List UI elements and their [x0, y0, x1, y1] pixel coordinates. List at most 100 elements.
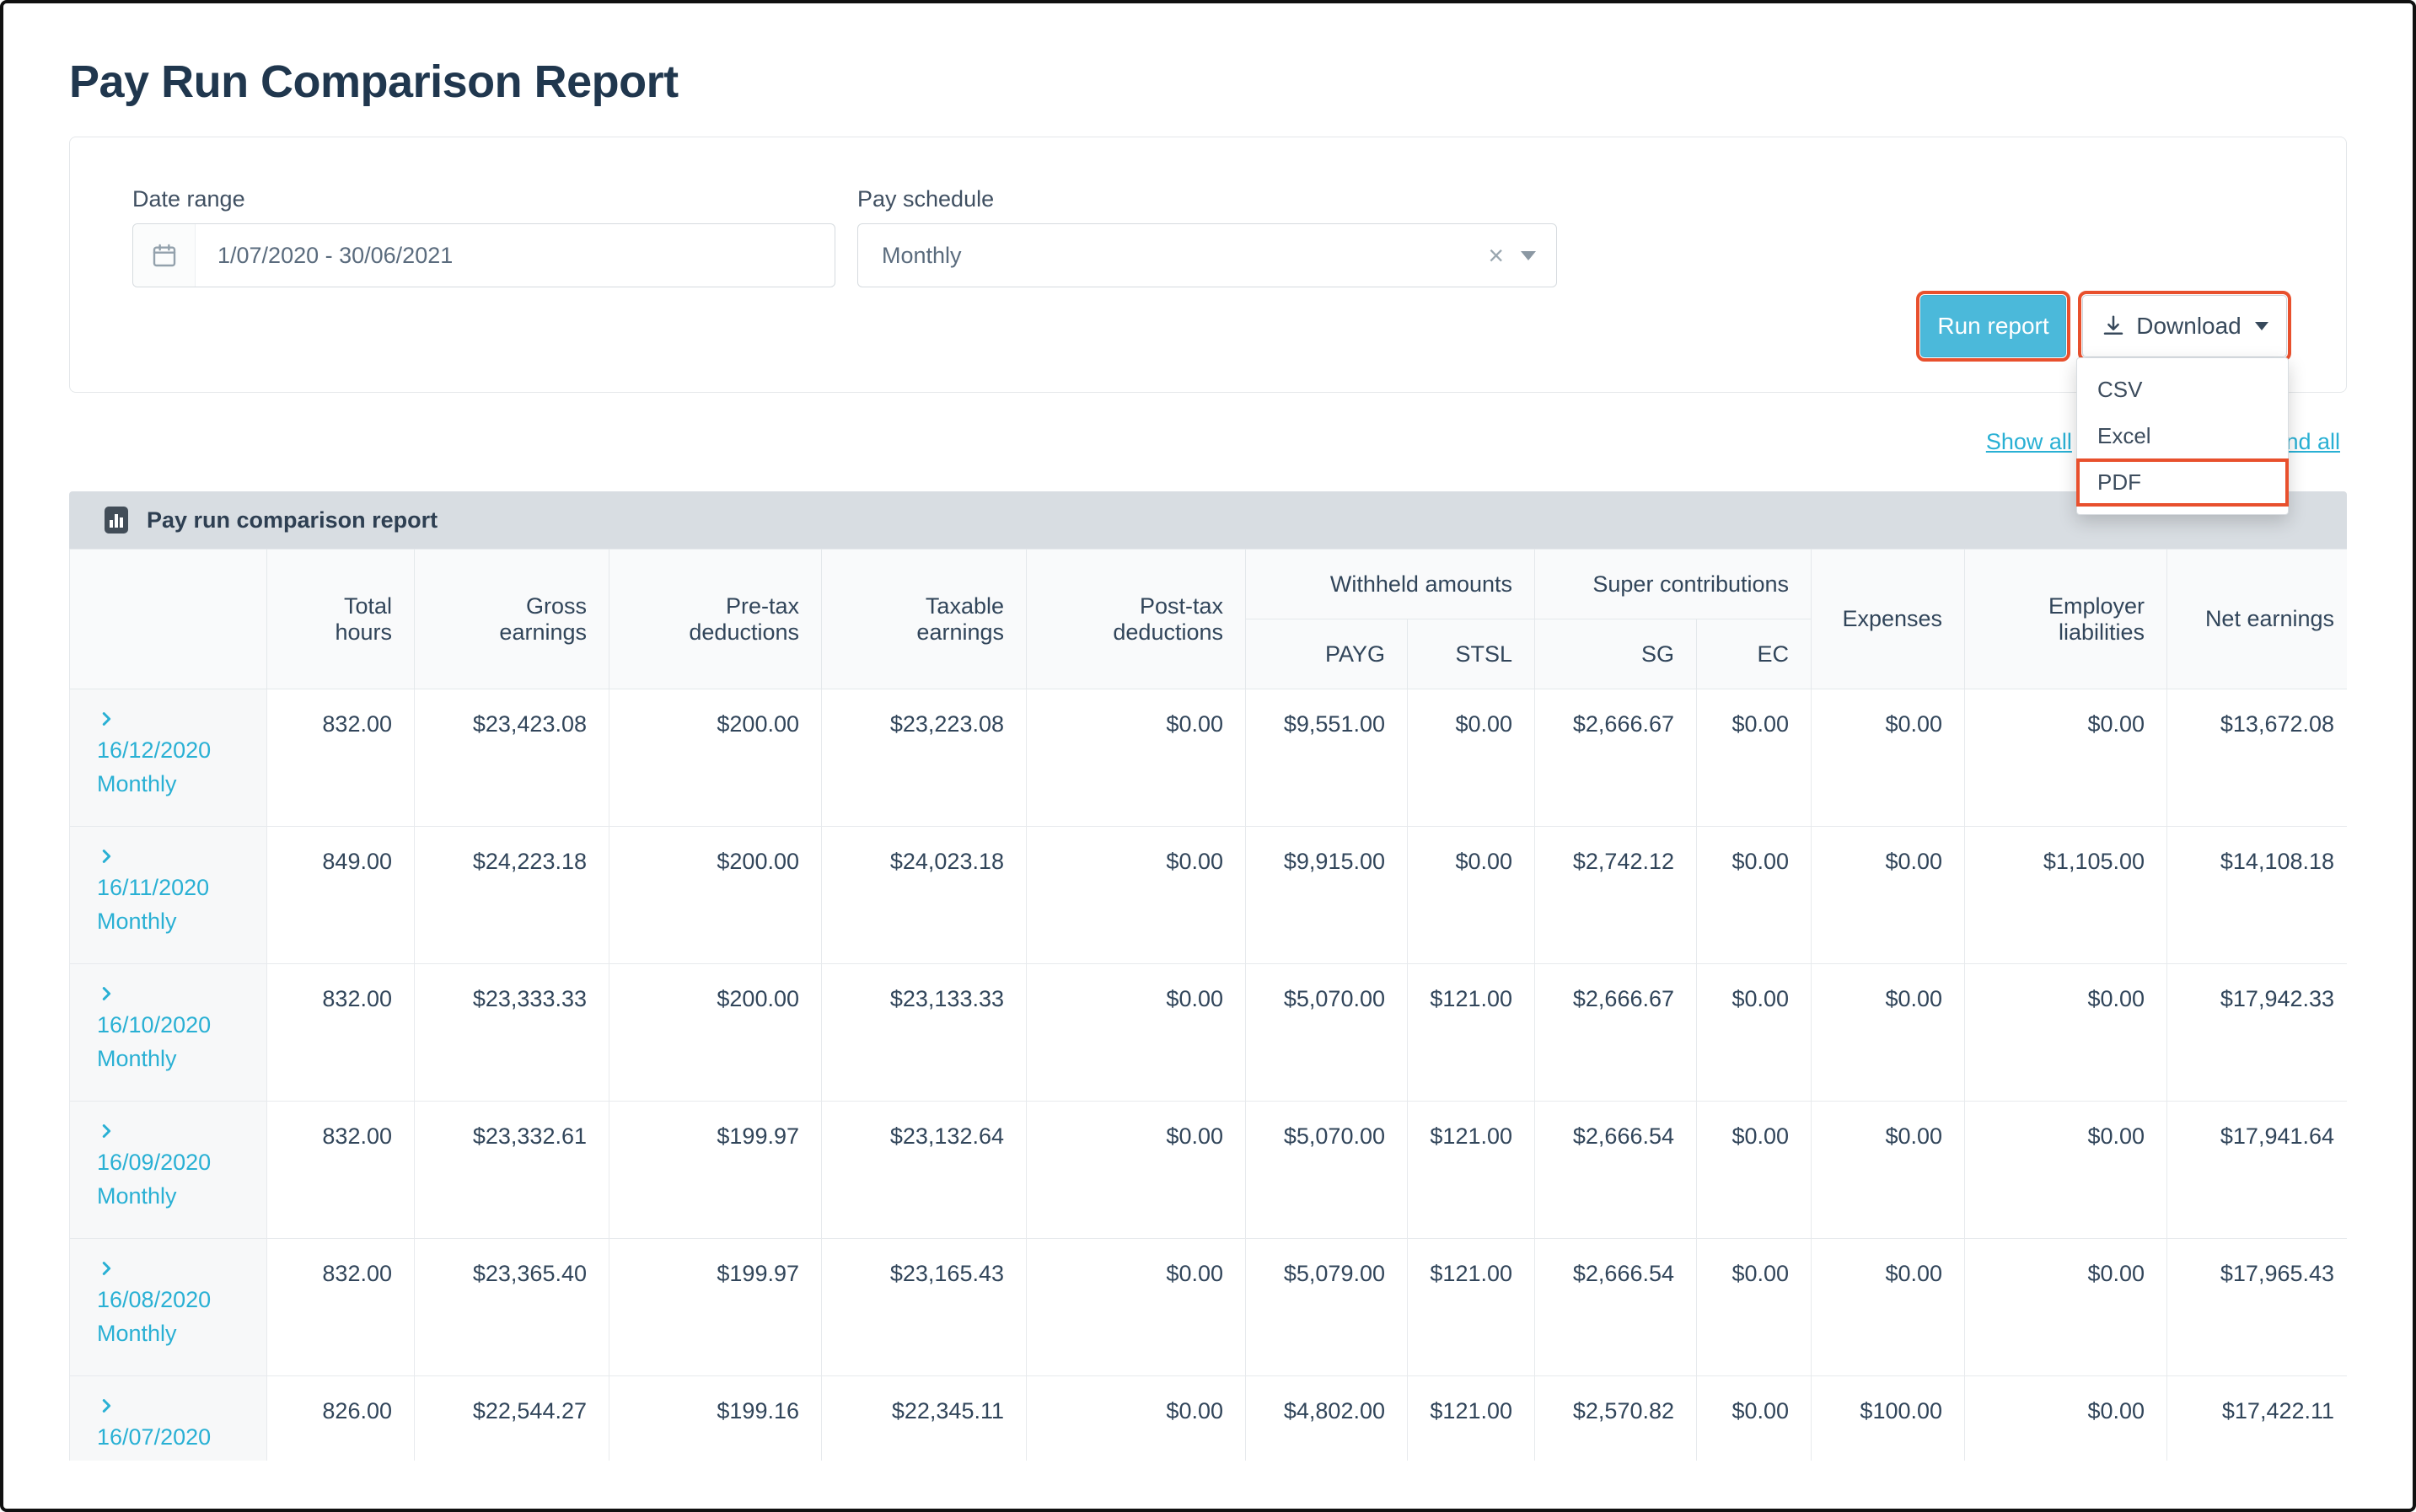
value-cell: $0.00	[1696, 1238, 1812, 1376]
value-cell: $0.00	[1811, 689, 1966, 827]
value-cell: $1,105.00	[1964, 826, 2168, 964]
calendar-icon	[133, 224, 196, 287]
payrun-date-link[interactable]: 16/09/2020	[97, 1145, 258, 1179]
payrun-date-link[interactable]: 16/11/2020	[97, 871, 258, 904]
payrun-date-link[interactable]: 16/08/2020	[97, 1283, 258, 1316]
value-cell: 826.00	[266, 1375, 415, 1461]
value-cell: $121.00	[1406, 1101, 1536, 1239]
value-cell: $200.00	[609, 689, 822, 827]
value-cell: $0.00	[1406, 826, 1536, 964]
value-cell: $2,666.54	[1534, 1238, 1698, 1376]
download-button[interactable]: Download	[2078, 291, 2291, 362]
value-cell: $14,108.18	[2166, 826, 2347, 964]
value-cell: $2,666.67	[1534, 689, 1698, 827]
value-cell: $13,672.08	[2166, 689, 2347, 827]
menu-item-pdf[interactable]: PDF	[2076, 458, 2289, 507]
caret-down-icon	[2254, 322, 2268, 330]
payrun-schedule-link[interactable]: Monthly	[97, 767, 258, 801]
payrun-schedule-link[interactable]: Monthly	[97, 1454, 258, 1461]
payrun-schedule-link[interactable]: Monthly	[97, 1179, 258, 1213]
value-cell: $0.00	[1811, 963, 1966, 1102]
value-cell: $23,333.33	[414, 963, 609, 1102]
value-cell: 849.00	[266, 826, 415, 964]
payrun-date-link[interactable]: 16/10/2020	[97, 1008, 258, 1042]
table-row: 16/11/2020 Monthly 849.00 $24,223.18 $200.…	[69, 826, 2347, 964]
value-cell: $0.00	[1406, 689, 1536, 827]
value-cell: $0.00	[1964, 1101, 2168, 1239]
group-header-super: Super contributions	[1534, 549, 1812, 619]
value-cell: $0.00	[1964, 1238, 2168, 1376]
value-cell: $0.00	[1026, 1375, 1246, 1461]
clear-icon[interactable]: ×	[1488, 242, 1504, 269]
value-cell: $0.00	[1696, 1101, 1812, 1239]
column-header: STSL	[1406, 619, 1536, 689]
value-cell: $9,551.00	[1245, 689, 1408, 827]
group-header-withheld: Withheld amounts	[1244, 549, 1536, 619]
chevron-right-icon[interactable]	[97, 845, 258, 871]
date-range-input[interactable]: 1/07/2020 - 30/06/2021	[132, 223, 835, 287]
value-cell: $199.97	[609, 1101, 822, 1239]
column-header: Employer liabilities	[1964, 549, 2168, 689]
value-cell: $23,332.61	[414, 1101, 609, 1239]
value-cell: $23,165.43	[821, 1238, 1027, 1376]
download-menu: CSV Excel PDF	[2076, 357, 2289, 515]
value-cell: 832.00	[266, 1101, 415, 1239]
chevron-down-icon	[1521, 250, 1536, 260]
column-header: Post-tax deductions	[1026, 549, 1246, 689]
value-cell: $24,023.18	[821, 826, 1027, 964]
report-table: Total hours Gross earnings Pre-tax deduc…	[69, 549, 2347, 1461]
value-cell: $23,365.40	[414, 1238, 609, 1376]
chevron-right-icon[interactable]	[97, 1120, 258, 1145]
show-all-link[interactable]: Show all	[1986, 429, 2072, 455]
value-cell: $0.00	[1026, 689, 1246, 827]
menu-item-excel[interactable]: Excel	[2077, 413, 2288, 459]
table-title-bar: Pay run comparison report	[69, 491, 2347, 549]
value-cell: $0.00	[1964, 963, 2168, 1102]
column-header: SG	[1534, 619, 1698, 689]
value-cell: $4,802.00	[1245, 1375, 1408, 1461]
value-cell: $0.00	[1696, 689, 1812, 827]
value-cell: $24,223.18	[414, 826, 609, 964]
payrun-schedule-link[interactable]: Monthly	[97, 1316, 258, 1350]
column-header: Net earnings	[2166, 549, 2347, 689]
chevron-right-icon[interactable]	[97, 1395, 258, 1420]
run-report-button[interactable]: Run report	[1916, 291, 2070, 362]
payrun-cell: 16/07/2020 Monthly	[69, 1375, 267, 1461]
column-header: PAYG	[1245, 619, 1408, 689]
value-cell: $17,965.43	[2166, 1238, 2347, 1376]
table-row: 16/10/2020 Monthly 832.00 $23,333.33 $200.…	[69, 963, 2347, 1102]
value-cell: $200.00	[609, 826, 822, 964]
value-cell: $0.00	[1696, 963, 1812, 1102]
value-cell: $23,423.08	[414, 689, 609, 827]
payrun-schedule-link[interactable]: Monthly	[97, 1042, 258, 1075]
payrun-schedule-link[interactable]: Monthly	[97, 904, 258, 938]
value-cell: $0.00	[1964, 1375, 2168, 1461]
menu-item-csv[interactable]: CSV	[2077, 367, 2288, 413]
value-cell: $0.00	[1026, 1101, 1246, 1239]
value-cell: $0.00	[1026, 963, 1246, 1102]
pay-schedule-label: Pay schedule	[857, 186, 995, 212]
date-range-label: Date range	[132, 186, 245, 212]
pay-schedule-select[interactable]: Monthly ×	[857, 223, 1557, 287]
value-cell: $0.00	[1026, 826, 1246, 964]
value-cell: $23,223.08	[821, 689, 1027, 827]
chevron-right-icon[interactable]	[97, 708, 258, 733]
value-cell: $5,070.00	[1245, 963, 1408, 1102]
value-cell: $2,666.67	[1534, 963, 1698, 1102]
value-cell: $0.00	[1026, 1238, 1246, 1376]
table-body: 16/12/2020 Monthly 832.00 $23,423.08 $200.…	[69, 689, 2347, 1461]
payrun-date-link[interactable]: 16/07/2020	[97, 1420, 258, 1454]
column-header: Taxable earnings	[821, 549, 1027, 689]
chevron-right-icon[interactable]	[97, 1257, 258, 1283]
payrun-date-link[interactable]: 16/12/2020	[97, 733, 258, 767]
value-cell: $22,544.27	[414, 1375, 609, 1461]
download-button-label: Download	[2136, 313, 2242, 339]
value-cell: $0.00	[1696, 1375, 1812, 1461]
report-icon	[105, 507, 128, 533]
table-row: 16/09/2020 Monthly 832.00 $23,332.61 $199.…	[69, 1101, 2347, 1239]
chevron-right-icon[interactable]	[97, 983, 258, 1008]
value-cell: $0.00	[1696, 826, 1812, 964]
table-title: Pay run comparison report	[147, 507, 438, 533]
payrun-cell: 16/10/2020 Monthly	[69, 963, 267, 1102]
corner-header-cell	[69, 549, 267, 689]
